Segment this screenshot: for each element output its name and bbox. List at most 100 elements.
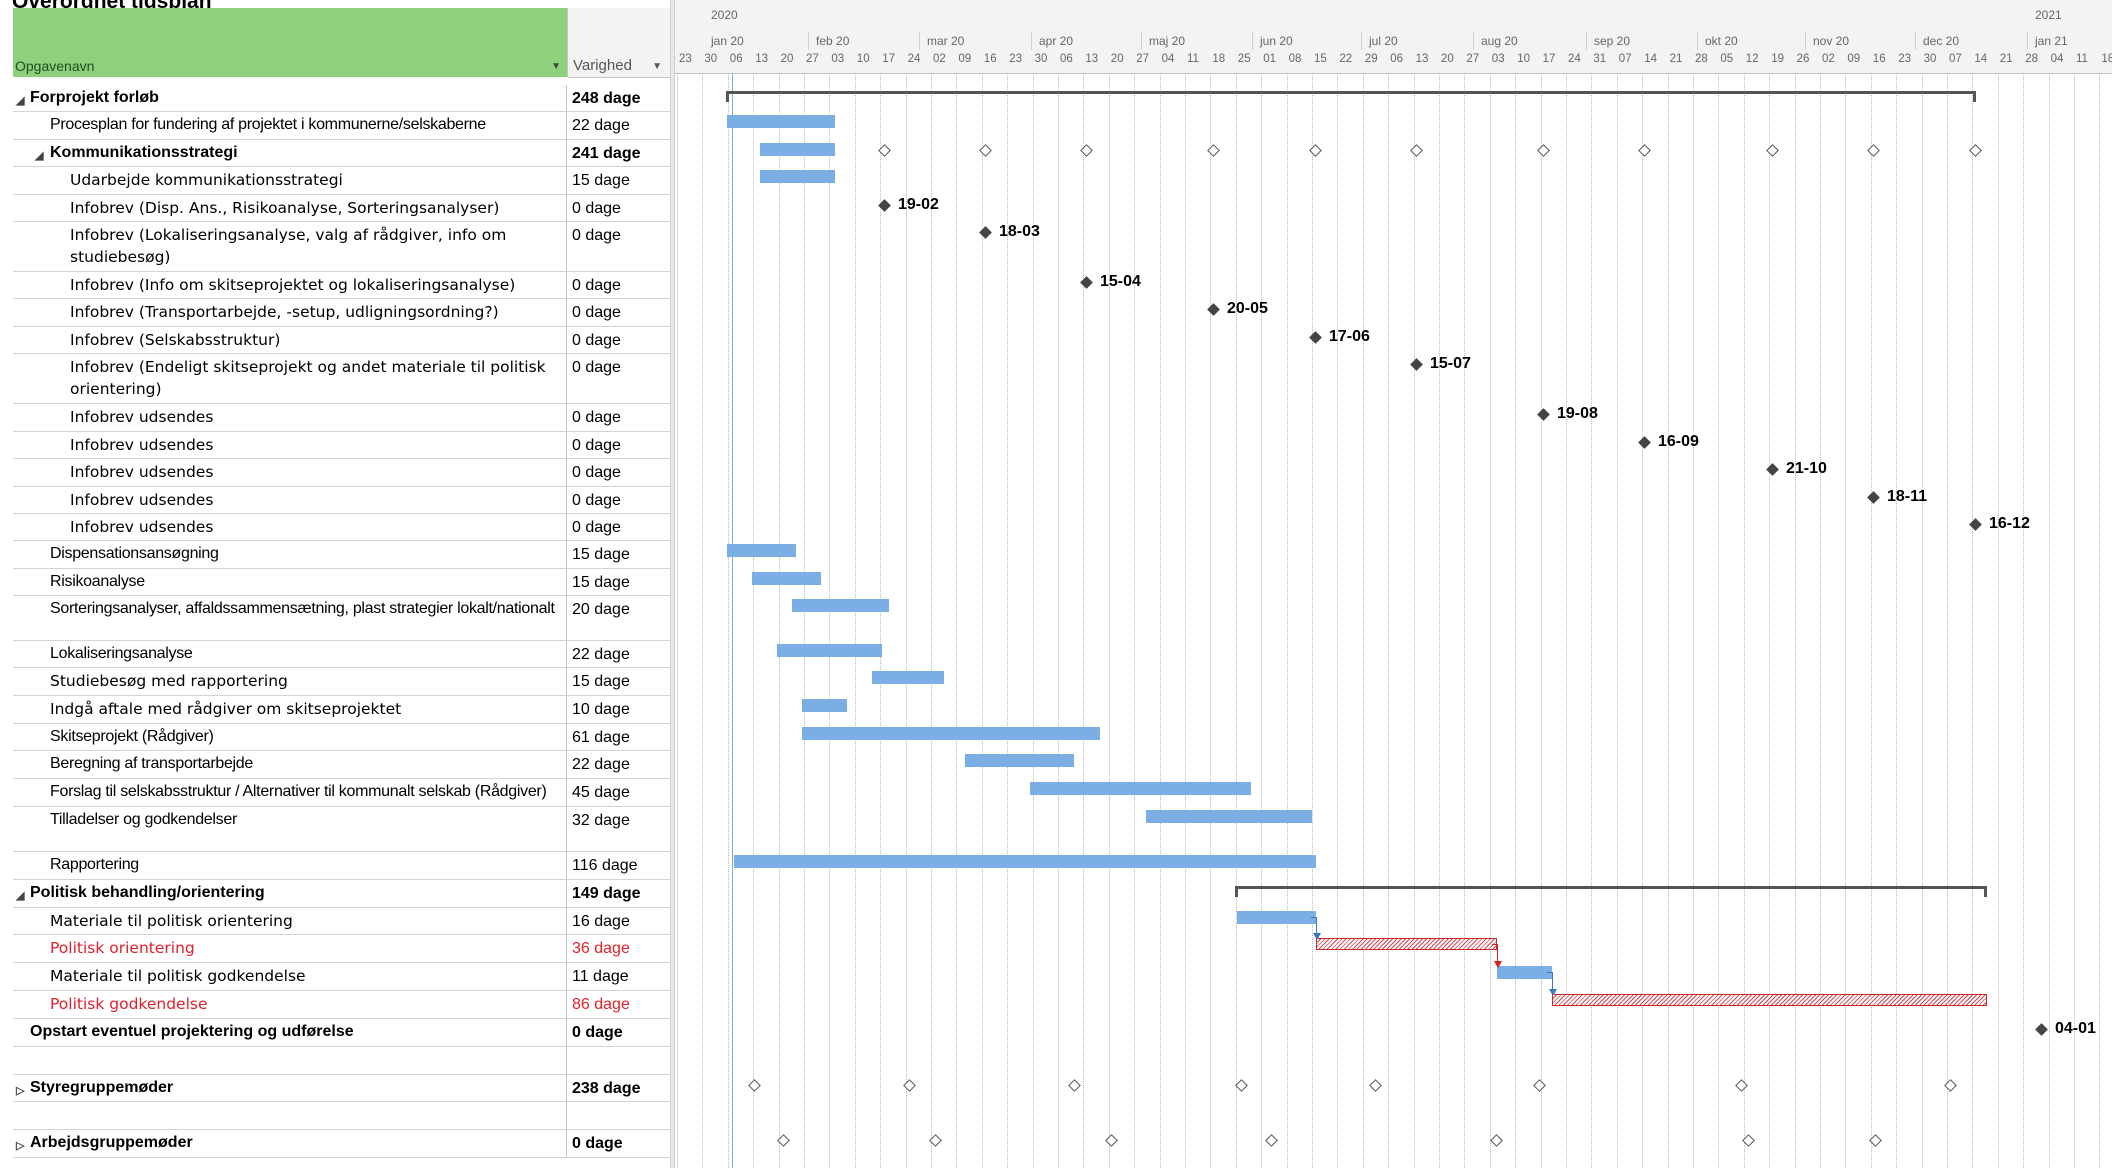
column-header-task-name[interactable]: Opgavenavn ▼ <box>13 8 568 77</box>
milestone-diamond-icon[interactable] <box>1638 436 1651 449</box>
task-name-cell[interactable]: Infobrev (Lokaliseringsanalyse, valg af … <box>13 222 567 271</box>
task-bar[interactable] <box>760 143 835 156</box>
task-name-cell[interactable]: Procesplan for fundering af projektet i … <box>13 112 567 139</box>
column-header-duration[interactable]: Varighed ▼ <box>568 8 670 78</box>
task-row[interactable]: Indgå aftale med rådgiver om skitseproje… <box>13 696 670 724</box>
rolled-up-milestone-icon[interactable] <box>1068 1079 1081 1092</box>
task-name-cell[interactable] <box>13 1102 567 1129</box>
rolled-up-milestone-icon[interactable] <box>1080 144 1093 157</box>
rolled-up-milestone-icon[interactable] <box>1490 1134 1503 1147</box>
task-row[interactable]: Udarbejde kommunikationsstrategi 15 dage <box>13 167 670 195</box>
task-duration[interactable]: 0 dage <box>568 514 670 540</box>
task-row[interactable] <box>13 1047 670 1075</box>
task-row[interactable]: Infobrev udsendes 0 dage <box>13 432 670 459</box>
task-duration[interactable]: 36 dage <box>568 935 670 962</box>
milestone-diamond-icon[interactable] <box>1867 491 1880 504</box>
summary-bar[interactable] <box>726 91 1976 102</box>
task-name-cell[interactable]: ▷ Arbejdsgruppemøder <box>13 1130 567 1157</box>
task-row[interactable]: Risikoanalyse 15 dage <box>13 569 670 596</box>
task-name-cell[interactable]: Sorteringsanalyser, affaldssammensætning… <box>13 596 567 640</box>
task-name-cell[interactable]: ▷ Styregruppemøder <box>13 1075 567 1101</box>
task-duration[interactable]: 149 dage <box>568 880 670 907</box>
task-row[interactable]: Opstart eventuel projektering og udførel… <box>13 1019 670 1047</box>
task-duration[interactable]: 0 dage <box>568 404 670 431</box>
rolled-up-milestone-icon[interactable] <box>1105 1134 1118 1147</box>
task-name-cell[interactable]: Infobrev (Selskabsstruktur) <box>13 327 567 353</box>
task-name-cell[interactable]: Risikoanalyse <box>13 569 567 595</box>
rolled-up-milestone-icon[interactable] <box>1410 144 1423 157</box>
collapse-triangle-icon[interactable]: ◢ <box>16 885 24 907</box>
task-row[interactable]: Infobrev (Endeligt skitseprojekt og ande… <box>13 354 670 404</box>
task-row[interactable]: Forslag til selskabsstruktur / Alternati… <box>13 779 670 807</box>
task-duration[interactable]: 86 dage <box>568 991 670 1018</box>
task-name-cell[interactable]: Forslag til selskabsstruktur / Alternati… <box>13 779 567 806</box>
task-name-cell[interactable]: Rapportering <box>13 852 567 879</box>
task-name-cell[interactable]: Infobrev (Transportarbejde, -setup, udli… <box>13 299 567 326</box>
task-duration[interactable]: 32 dage <box>568 807 670 851</box>
task-bar[interactable] <box>1497 966 1552 979</box>
task-bar[interactable] <box>965 754 1074 767</box>
task-bar[interactable] <box>1237 911 1316 924</box>
task-bar[interactable] <box>734 855 1316 868</box>
task-row[interactable]: Infobrev (Lokaliseringsanalyse, valg af … <box>13 222 670 272</box>
task-name-cell[interactable]: Opstart eventuel projektering og udførel… <box>13 1019 567 1046</box>
milestone-diamond-icon[interactable] <box>1766 463 1779 476</box>
milestone-diamond-icon[interactable] <box>1410 358 1423 371</box>
rolled-up-milestone-icon[interactable] <box>1533 1079 1546 1092</box>
task-duration[interactable]: 238 dage <box>568 1075 670 1101</box>
rolled-up-milestone-icon[interactable] <box>748 1079 761 1092</box>
task-name-cell[interactable]: Politisk godkendelse <box>13 991 567 1018</box>
task-duration[interactable]: 116 dage <box>568 852 670 879</box>
task-row[interactable]: Infobrev (Info om skitseprojektet og lok… <box>13 272 670 299</box>
task-bar[interactable] <box>727 115 835 128</box>
task-name-cell[interactable]: Politisk orientering <box>13 935 567 962</box>
milestone-diamond-icon[interactable] <box>1207 303 1220 316</box>
rolled-up-milestone-icon[interactable] <box>1638 144 1651 157</box>
task-duration[interactable] <box>568 1102 670 1129</box>
task-name-cell[interactable]: ◢ Kommunikationsstrategi <box>13 140 567 166</box>
task-name-cell[interactable]: Infobrev udsendes <box>13 432 567 458</box>
task-name-cell[interactable] <box>13 1047 567 1074</box>
task-bar[interactable] <box>752 572 821 585</box>
task-name-cell[interactable]: Indgå aftale med rådgiver om skitseproje… <box>13 696 567 723</box>
expand-triangle-icon[interactable]: ▷ <box>16 1135 24 1157</box>
task-name-cell[interactable]: ◢ Politisk behandling/orientering <box>13 880 567 907</box>
rolled-up-milestone-icon[interactable] <box>1867 144 1880 157</box>
task-name-cell[interactable]: Infobrev udsendes <box>13 487 567 513</box>
task-row[interactable]: Skitseprojekt (Rådgiver) 61 dage <box>13 724 670 751</box>
task-name-cell[interactable]: Infobrev (Info om skitseprojektet og lok… <box>13 272 567 298</box>
task-duration[interactable]: 45 dage <box>568 779 670 806</box>
task-row[interactable]: Studiebesøg med rapportering 15 dage <box>13 668 670 696</box>
task-name-cell[interactable]: Infobrev (Disp. Ans., Risikoanalyse, Sor… <box>13 195 567 221</box>
milestone-diamond-icon[interactable] <box>2035 1023 2048 1036</box>
rolled-up-milestone-icon[interactable] <box>1235 1079 1248 1092</box>
task-row[interactable]: ▷ Arbejdsgruppemøder 0 dage <box>13 1130 670 1158</box>
task-duration[interactable]: 11 dage <box>568 963 670 990</box>
summary-bar[interactable] <box>1235 886 1987 897</box>
task-name-cell[interactable]: Udarbejde kommunikationsstrategi <box>13 167 567 194</box>
critical-task-bar[interactable] <box>1552 994 1987 1006</box>
task-row[interactable]: Procesplan for fundering af projektet i … <box>13 112 670 140</box>
task-duration[interactable]: 15 dage <box>568 167 670 194</box>
milestone-diamond-icon[interactable] <box>1537 408 1550 421</box>
task-row[interactable]: Infobrev (Selskabsstruktur) 0 dage <box>13 327 670 354</box>
task-bar[interactable] <box>802 727 1100 740</box>
task-row[interactable]: Tilladelser og godkendelser 32 dage <box>13 807 670 852</box>
task-row[interactable]: Infobrev udsendes 0 dage <box>13 404 670 432</box>
task-name-cell[interactable]: Infobrev udsendes <box>13 404 567 431</box>
task-duration[interactable]: 241 dage <box>568 140 670 166</box>
task-duration[interactable]: 0 dage <box>568 299 670 326</box>
milestone-diamond-icon[interactable] <box>1969 518 1982 531</box>
task-duration[interactable]: 248 dage <box>568 85 670 111</box>
rolled-up-milestone-icon[interactable] <box>1369 1079 1382 1092</box>
rolled-up-milestone-icon[interactable] <box>1537 144 1550 157</box>
task-row[interactable]: Infobrev (Disp. Ans., Risikoanalyse, Sor… <box>13 195 670 222</box>
task-duration[interactable]: 15 dage <box>568 541 670 568</box>
task-bar[interactable] <box>792 599 889 612</box>
task-row[interactable]: Politisk orientering 36 dage <box>13 935 670 963</box>
task-duration[interactable]: 15 dage <box>568 569 670 595</box>
task-bar[interactable] <box>1146 810 1312 823</box>
task-duration[interactable]: 0 dage <box>568 222 670 271</box>
task-row[interactable]: ◢ Kommunikationsstrategi 241 dage <box>13 140 670 167</box>
task-duration[interactable]: 0 dage <box>568 195 670 221</box>
